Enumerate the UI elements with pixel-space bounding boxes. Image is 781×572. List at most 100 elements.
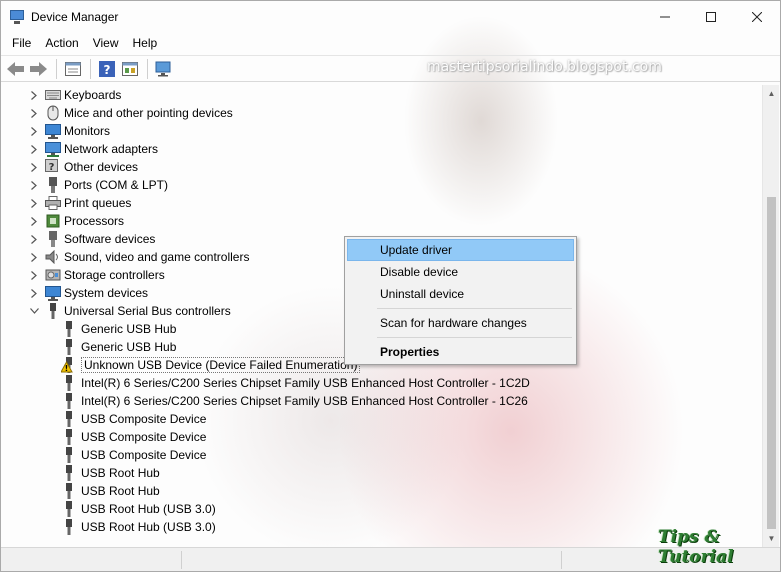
chevron-right-icon[interactable] (28, 158, 40, 176)
scan-hardware-button[interactable] (153, 58, 175, 80)
forward-icon (30, 61, 47, 76)
chevron-right-icon[interactable] (28, 266, 40, 284)
chevron-right-icon[interactable] (28, 122, 40, 140)
tree-category[interactable]: ? Other devices (28, 158, 138, 176)
chevron-down-icon[interactable] (28, 302, 40, 320)
chevron-right-icon[interactable] (28, 212, 40, 230)
tree-device-label: USB Composite Device (81, 448, 207, 462)
processor-icon (45, 213, 61, 229)
device-manager-icon (9, 9, 25, 25)
title-bar: Device Manager (1, 1, 780, 32)
tree-category[interactable]: Ports (COM & LPT) (28, 176, 168, 194)
tree-device-label: Generic USB Hub (81, 340, 177, 354)
minimize-button[interactable] (642, 1, 688, 32)
tree-device[interactable]: USB Root Hub (USB 3.0) (59, 518, 216, 536)
tree-device-label: Intel(R) 6 Series/C200 Series Chipset Fa… (81, 376, 530, 390)
tree-device[interactable]: USB Root Hub (59, 482, 160, 500)
tree-device[interactable]: USB Root Hub (59, 464, 160, 482)
show-hidden-icon (122, 61, 138, 76)
usb-plug-icon (61, 465, 77, 481)
window-controls (642, 1, 780, 32)
usb-plug-icon (61, 429, 77, 445)
menu-scan-hardware[interactable]: Scan for hardware changes (347, 312, 574, 334)
chevron-right-icon[interactable] (28, 230, 40, 248)
tree-device-label: Intel(R) 6 Series/C200 Series Chipset Fa… (81, 394, 528, 408)
tree-device-label: USB Composite Device (81, 430, 207, 444)
chevron-right-icon[interactable] (28, 176, 40, 194)
chevron-right-icon[interactable] (28, 194, 40, 212)
warning-usb-icon: ! (61, 357, 77, 373)
context-menu: Update driver Disable device Uninstall d… (344, 236, 577, 365)
menu-bar: File Action View Help (1, 32, 780, 54)
port-icon (45, 177, 61, 193)
tree-device[interactable]: Intel(R) 6 Series/C200 Series Chipset Fa… (59, 392, 528, 410)
menu-separator (377, 337, 572, 338)
other-devices-icon: ? (45, 159, 61, 175)
chevron-right-icon[interactable] (28, 86, 40, 104)
tree-category[interactable]: Sound, video and game controllers (28, 248, 249, 266)
chevron-right-icon[interactable] (28, 104, 40, 122)
tree-category[interactable]: Network adapters (28, 140, 158, 158)
properties-button[interactable] (62, 58, 84, 80)
tree-category[interactable]: Universal Serial Bus controllers (28, 302, 231, 320)
menu-help[interactable]: Help (126, 36, 165, 50)
scan-hardware-icon (155, 61, 171, 76)
tree-device[interactable]: Intel(R) 6 Series/C200 Series Chipset Fa… (59, 374, 530, 392)
tree-device-label: USB Root Hub (USB 3.0) (81, 520, 216, 534)
menu-disable-device[interactable]: Disable device (347, 261, 574, 283)
tree-category[interactable]: Storage controllers (28, 266, 165, 284)
tree-device[interactable]: USB Composite Device (59, 410, 206, 428)
tree-device[interactable]: Generic USB Hub (59, 338, 176, 356)
menu-update-driver[interactable]: Update driver (347, 239, 574, 261)
tree-category[interactable]: Monitors (28, 122, 110, 140)
tree-device[interactable]: USB Composite Device (59, 446, 206, 464)
usb-plug-icon (61, 375, 77, 391)
forward-button[interactable] (28, 58, 50, 80)
tree-device-label: USB Root Hub (81, 466, 160, 480)
chevron-right-icon[interactable] (28, 284, 40, 302)
tree-category-label: Other devices (64, 160, 139, 174)
usb-plug-icon (61, 519, 77, 535)
menu-action[interactable]: Action (38, 36, 85, 50)
back-button[interactable] (5, 58, 27, 80)
tree-category[interactable]: Mice and other pointing devices (28, 104, 233, 122)
usb-plug-icon (61, 321, 77, 337)
scroll-thumb[interactable] (767, 197, 776, 529)
tree-device[interactable]: USB Root Hub (USB 3.0) (59, 500, 216, 518)
maximize-button[interactable] (688, 1, 734, 32)
svg-text:?: ? (104, 63, 111, 77)
keyboard-icon (45, 87, 61, 103)
tree-category[interactable]: System devices (28, 284, 148, 302)
tree-category-label: Universal Serial Bus controllers (64, 304, 231, 318)
chevron-right-icon[interactable] (28, 140, 40, 158)
scroll-up-arrow[interactable]: ▲ (763, 85, 780, 102)
tree-device[interactable]: Generic USB Hub (59, 320, 176, 338)
svg-text:?: ? (49, 162, 55, 173)
tree-category[interactable]: Software devices (28, 230, 155, 248)
help-button[interactable]: ? (96, 58, 118, 80)
chevron-right-icon[interactable] (28, 248, 40, 266)
menu-view[interactable]: View (86, 36, 126, 50)
tree-device-label: Generic USB Hub (81, 322, 177, 336)
svg-text:!: ! (65, 364, 69, 373)
mouse-icon (45, 105, 61, 121)
tree-category-label: Ports (COM & LPT) (64, 178, 169, 192)
tree-device-label: USB Root Hub (USB 3.0) (81, 502, 216, 516)
tree-category-label: Network adapters (64, 142, 159, 156)
usb-icon (45, 303, 61, 319)
usb-plug-icon (61, 411, 77, 427)
minimize-icon (660, 16, 670, 17)
close-button[interactable] (734, 1, 780, 32)
tree-device[interactable]: USB Composite Device (59, 428, 206, 446)
tree-device-warning[interactable]: ! Unknown USB Device (Device Failed Enume… (59, 356, 361, 374)
menu-uninstall-device[interactable]: Uninstall device (347, 283, 574, 305)
show-hidden-button[interactable] (119, 58, 141, 80)
tree-category[interactable]: Print queues (28, 194, 131, 212)
tree-category[interactable]: Keyboards (28, 86, 121, 104)
vertical-scrollbar[interactable]: ▲ ▼ (762, 85, 779, 547)
menu-properties[interactable]: Properties (347, 341, 574, 363)
tree-device-label: Unknown USB Device (Device Failed Enumer… (81, 357, 361, 373)
tree-category[interactable]: Processors (28, 212, 124, 230)
menu-file[interactable]: File (5, 36, 38, 50)
tips-tutorial-logo: Tips & Tutorial (658, 527, 734, 567)
